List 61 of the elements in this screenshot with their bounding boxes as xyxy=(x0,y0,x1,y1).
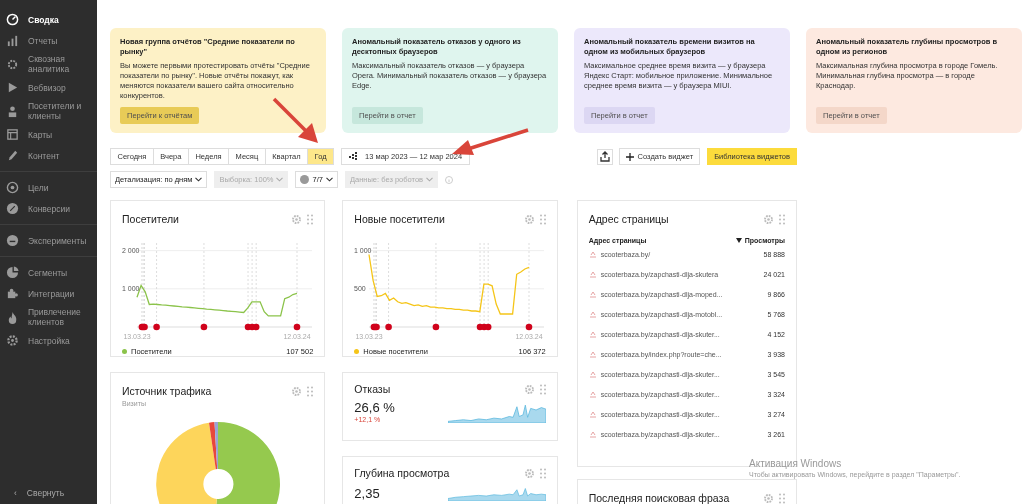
sidebar-item[interactable]: Вебвизор xyxy=(0,78,97,97)
settings-icon[interactable] xyxy=(763,213,774,225)
drag-handle-icon[interactable] xyxy=(779,492,785,504)
settings-icon[interactable] xyxy=(523,467,535,479)
target-icon xyxy=(6,181,19,194)
sidebar-item[interactable]: Сегменты xyxy=(0,263,97,282)
person-icon xyxy=(6,104,19,118)
metric-value: 26,6 % xyxy=(354,400,395,415)
widget-title: Последняя поисковая фраза xyxy=(588,492,730,504)
widget-title: Глубина просмотра xyxy=(354,467,450,479)
widget-title: Посетители xyxy=(122,213,179,225)
drag-handle-icon[interactable] xyxy=(539,383,546,395)
sidebar-item[interactable]: Конверсии xyxy=(0,199,97,218)
sidebar-item[interactable]: Цели xyxy=(0,178,97,197)
sidebar-item[interactable]: Настройка xyxy=(0,331,97,350)
info-icon[interactable] xyxy=(445,175,454,184)
sidebar-item[interactable]: Сводка xyxy=(0,10,97,29)
window-icon xyxy=(6,128,19,141)
widget-title: Отказы xyxy=(354,383,391,395)
flame-icon xyxy=(6,310,19,324)
puzzle-icon xyxy=(6,287,19,300)
widget-title: Адрес страницы xyxy=(588,213,669,225)
drag-handle-icon[interactable] xyxy=(779,213,785,225)
settings-icon[interactable] xyxy=(763,492,774,504)
settings-icon[interactable] xyxy=(291,213,303,225)
metric-value: 2,35 xyxy=(354,486,380,501)
drag-handle-icon[interactable] xyxy=(539,467,546,479)
dashboard-icon xyxy=(6,13,19,26)
chevron-down-icon xyxy=(325,177,333,182)
drag-handle-icon[interactable] xyxy=(307,385,314,397)
pie-chart-icon xyxy=(6,266,19,279)
sort-descending-icon xyxy=(735,238,742,243)
widget-title: Новые посетители xyxy=(354,213,445,225)
chevron-down-icon xyxy=(426,177,434,182)
sidebar-item[interactable]: Сквозная аналитика xyxy=(0,52,97,76)
bar-chart-icon xyxy=(6,34,19,47)
pencil-icon xyxy=(6,149,19,162)
sidebar-item[interactable]: Карты xyxy=(0,125,97,144)
collapse-button[interactable]: ‹ Свернуть xyxy=(0,488,97,504)
settings-icon[interactable] xyxy=(291,385,303,397)
sidebar-item[interactable]: Эксперименты xyxy=(0,231,97,250)
drag-handle-icon[interactable] xyxy=(307,213,314,225)
chevron-down-icon xyxy=(195,177,203,182)
settings-icon[interactable] xyxy=(523,383,535,395)
drag-handle-icon[interactable] xyxy=(539,213,546,225)
sidebar-item[interactable]: Контент xyxy=(0,146,97,165)
settings-icon xyxy=(6,334,19,347)
calendar-icon xyxy=(349,152,360,161)
sidebar-item[interactable]: Отчеты xyxy=(0,31,97,50)
plus-icon xyxy=(625,152,634,161)
activation-notice-title: Активация Windows xyxy=(749,458,843,469)
settings-icon[interactable] xyxy=(523,213,535,225)
play-icon xyxy=(6,81,19,94)
share-icon xyxy=(599,151,610,162)
sidebar-item[interactable]: Привлечение клиентов xyxy=(0,305,97,329)
export-button[interactable] xyxy=(596,148,613,165)
sidebar-item[interactable]: Интеграции xyxy=(0,284,97,303)
sidebar-item[interactable]: Посетители и клиенты xyxy=(0,99,97,123)
widget-title: Источник трафика xyxy=(122,385,212,397)
segment-icon xyxy=(300,175,310,184)
chevron-down-icon xyxy=(276,177,284,182)
